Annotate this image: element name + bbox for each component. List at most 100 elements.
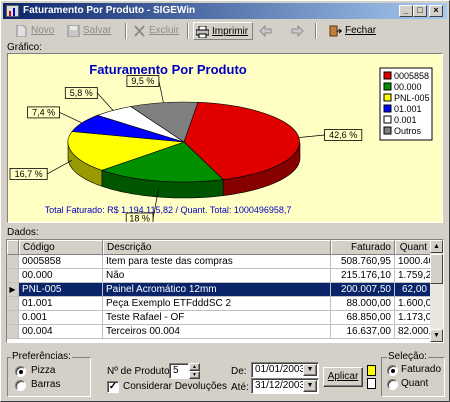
excluir-button[interactable]: Excluir <box>131 22 179 40</box>
table-row[interactable]: 01.001 Peça Exemplo ETFdddSC 2 88.000,00 1.… <box>7 297 431 311</box>
grid-vertical-scrollbar[interactable]: ▲ ▼ <box>430 240 443 342</box>
row-indicator[interactable]: ▶ <box>7 283 19 297</box>
color-swatch-top <box>367 365 376 376</box>
maximize-button[interactable]: □ <box>413 5 427 17</box>
table-cell[interactable]: 00.004 <box>19 325 103 339</box>
arrow-right-icon <box>291 25 304 37</box>
minimize-button[interactable]: _ <box>399 5 413 17</box>
date-from-dropdown-button[interactable]: ▼ <box>303 364 317 376</box>
toolbar-separator <box>315 23 317 39</box>
quant-radio[interactable] <box>387 379 398 390</box>
considerar-devolucoes-label[interactable]: Considerar Devoluções <box>123 381 227 393</box>
table-cell[interactable]: 1.759,23 <box>395 269 431 283</box>
table-cell[interactable]: Item para teste das compras <box>103 255 331 269</box>
row-indicator[interactable] <box>7 269 19 283</box>
legend-swatch <box>383 71 392 80</box>
barras-radio[interactable] <box>15 380 26 391</box>
exit-door-icon <box>329 25 342 37</box>
considerar-devolucoes-checkbox[interactable]: ✓ <box>107 381 119 393</box>
de-label: De: <box>231 366 247 377</box>
scroll-down-button[interactable]: ▼ <box>430 329 443 342</box>
table-row[interactable]: 0.001Teste Rafael - OF68.850,001.173,00 <box>7 311 431 325</box>
imprimir-button[interactable]: Imprimir <box>193 22 254 40</box>
barras-label[interactable]: Barras <box>31 379 60 391</box>
salvar-button[interactable]: Salvar <box>65 22 111 40</box>
title-bar[interactable]: Faturamento Por Produto - SIGEWin _ □ × <box>3 3 447 19</box>
legend-swatch <box>383 115 392 124</box>
row-indicator[interactable] <box>7 255 19 269</box>
save-disk-icon <box>67 25 80 37</box>
table-cell[interactable]: 82.000,00 <box>395 325 431 339</box>
pie-label-text: 7,4 % <box>32 107 55 117</box>
col-quant-header[interactable]: Quant <box>395 240 431 255</box>
table-cell[interactable]: 16.637,00 <box>331 325 395 339</box>
grid-header: Código Descrição Faturado Quant <box>7 240 431 255</box>
pizza-radio[interactable] <box>15 366 26 377</box>
n-produtos-input[interactable]: 5 <box>169 363 189 379</box>
grafico-group-label: Gráfico: <box>7 42 43 53</box>
table-cell[interactable]: PNL-005 <box>19 283 103 297</box>
table-cell[interactable]: 1000.404.561,00 <box>395 255 431 269</box>
table-cell[interactable]: 62,00 <box>395 283 431 297</box>
fechar-button[interactable]: Fechar <box>327 22 376 40</box>
data-grid[interactable]: Código Descrição Faturado Quant 0005858 I… <box>6 239 444 343</box>
table-cell[interactable]: 1.173,00 <box>395 311 431 325</box>
selecao-group <box>381 357 445 397</box>
selecao-label: Seleção: <box>387 351 428 362</box>
color-swatch-bottom <box>367 378 376 389</box>
table-cell[interactable]: 215.176,10 <box>331 269 395 283</box>
novo-label: Novo <box>31 25 55 36</box>
table-cell[interactable]: 88.000,00 <box>331 297 395 311</box>
pie-leader-line <box>299 134 325 138</box>
previous-button[interactable] <box>255 22 275 40</box>
preferencias-label: Preferências: <box>11 351 72 362</box>
table-cell[interactable]: 00.000 <box>19 269 103 283</box>
aplicar-button[interactable]: Aplicar <box>323 367 363 387</box>
close-button[interactable]: × <box>429 5 443 17</box>
pizza-label[interactable]: Pizza <box>31 365 55 377</box>
table-cell[interactable]: 200.007,50 <box>331 283 395 297</box>
scroll-up-button[interactable]: ▲ <box>430 240 443 253</box>
table-cell[interactable]: Não <box>103 269 331 283</box>
pie-leader-line <box>97 92 114 111</box>
row-indicator[interactable] <box>7 297 19 311</box>
table-row[interactable]: ▶ PNL-005 Painel Acromático 12mm 200.007,50… <box>7 283 431 297</box>
chart-panel: Faturamento Por Produto Total Faturado: … <box>7 53 443 223</box>
spin-down-button[interactable]: ▼ <box>189 371 200 379</box>
aplicar-label: Aplicar <box>327 371 359 382</box>
legend-swatch <box>383 82 392 91</box>
table-cell[interactable]: 0005858 <box>19 255 103 269</box>
col-faturado-header[interactable]: Faturado <box>331 240 395 255</box>
pie-label-text: 16,7 % <box>15 169 43 179</box>
table-cell[interactable]: Teste Rafael - OF <box>103 311 331 325</box>
spin-up-button[interactable]: ▲ <box>189 363 200 371</box>
next-button[interactable] <box>287 22 307 40</box>
row-indicator[interactable] <box>7 325 19 339</box>
table-row[interactable]: 00.000 Não215.176,101.759,23 <box>7 269 431 283</box>
table-cell[interactable]: Peça Exemplo ETFdddSC 2 <box>103 297 331 311</box>
scroll-thumb[interactable] <box>430 254 443 284</box>
table-row[interactable]: 00.004Terceiros 00.00416.637,0082.000,00 <box>7 325 431 339</box>
table-cell[interactable]: 01.001 <box>19 297 103 311</box>
toolbar-separator <box>187 23 189 39</box>
table-row[interactable]: 0005858 Item para teste das compras 508.76… <box>7 255 431 269</box>
pie-label-text: 18 % <box>129 214 150 223</box>
novo-button[interactable]: Novo <box>13 22 54 40</box>
col-descricao-header[interactable]: Descrição <box>103 240 331 255</box>
col-codigo-header[interactable]: Código <box>19 240 103 255</box>
legend-entry: 0.001 <box>394 115 417 125</box>
row-indicator-header <box>7 240 19 255</box>
date-to-dropdown-button[interactable]: ▼ <box>303 380 317 392</box>
table-cell[interactable]: Painel Acromático 12mm <box>103 283 331 297</box>
table-cell[interactable]: 508.760,95 <box>331 255 395 269</box>
table-cell[interactable]: Terceiros 00.004 <box>103 325 331 339</box>
legend-entry: PNL-005 <box>394 93 430 103</box>
table-cell[interactable]: 1.600,00 <box>395 297 431 311</box>
row-indicator[interactable] <box>7 311 19 325</box>
chart-title: Faturamento Por Produto <box>89 62 247 77</box>
table-cell[interactable]: 68.850,00 <box>331 311 395 325</box>
table-cell[interactable]: 0.001 <box>19 311 103 325</box>
quant-label[interactable]: Quant <box>401 378 428 390</box>
faturado-label[interactable]: Faturado <box>401 364 441 376</box>
faturado-radio[interactable] <box>387 365 398 376</box>
